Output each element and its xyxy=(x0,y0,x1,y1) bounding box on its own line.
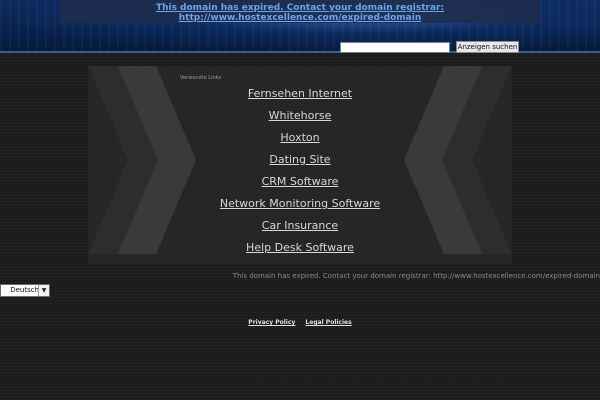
related-links-list: Fernsehen Internet Whitehorse Hoxton Dat… xyxy=(200,86,400,262)
privacy-policy-link[interactable]: Privacy Policy xyxy=(248,319,295,326)
related-link[interactable]: Whitehorse xyxy=(200,108,400,130)
search-button[interactable]: Anzeigen suchen xyxy=(456,41,519,53)
related-link[interactable]: Fernsehen Internet xyxy=(200,86,400,108)
related-link[interactable]: Help Desk Software xyxy=(200,240,400,262)
chevron-down-icon: ▼ xyxy=(38,285,49,296)
related-links-title: Verwandte Links xyxy=(180,75,222,81)
expired-footer-note: This domain has expired. Contact your do… xyxy=(232,272,600,280)
related-link[interactable]: CRM Software xyxy=(200,174,400,196)
expired-notice-box: This domain has expired. Contact your do… xyxy=(60,0,540,23)
legal-policies-link[interactable]: Legal Policies xyxy=(305,319,351,326)
parked-domain-page: This domain has expired. Contact your do… xyxy=(0,0,600,400)
related-link[interactable]: Hoxton xyxy=(200,130,400,152)
expired-notice-link[interactable]: This domain has expired. Contact your do… xyxy=(60,3,540,23)
related-link[interactable]: Car Insurance xyxy=(200,218,400,240)
language-select[interactable]: Deutsch ▼ xyxy=(0,284,50,297)
related-link[interactable]: Network Monitoring Software xyxy=(200,196,400,218)
footer-links: Privacy Policy Legal Policies xyxy=(0,319,600,326)
related-link[interactable]: Dating Site xyxy=(200,152,400,174)
language-select-value: Deutsch xyxy=(10,286,39,294)
search-input[interactable] xyxy=(340,42,450,53)
